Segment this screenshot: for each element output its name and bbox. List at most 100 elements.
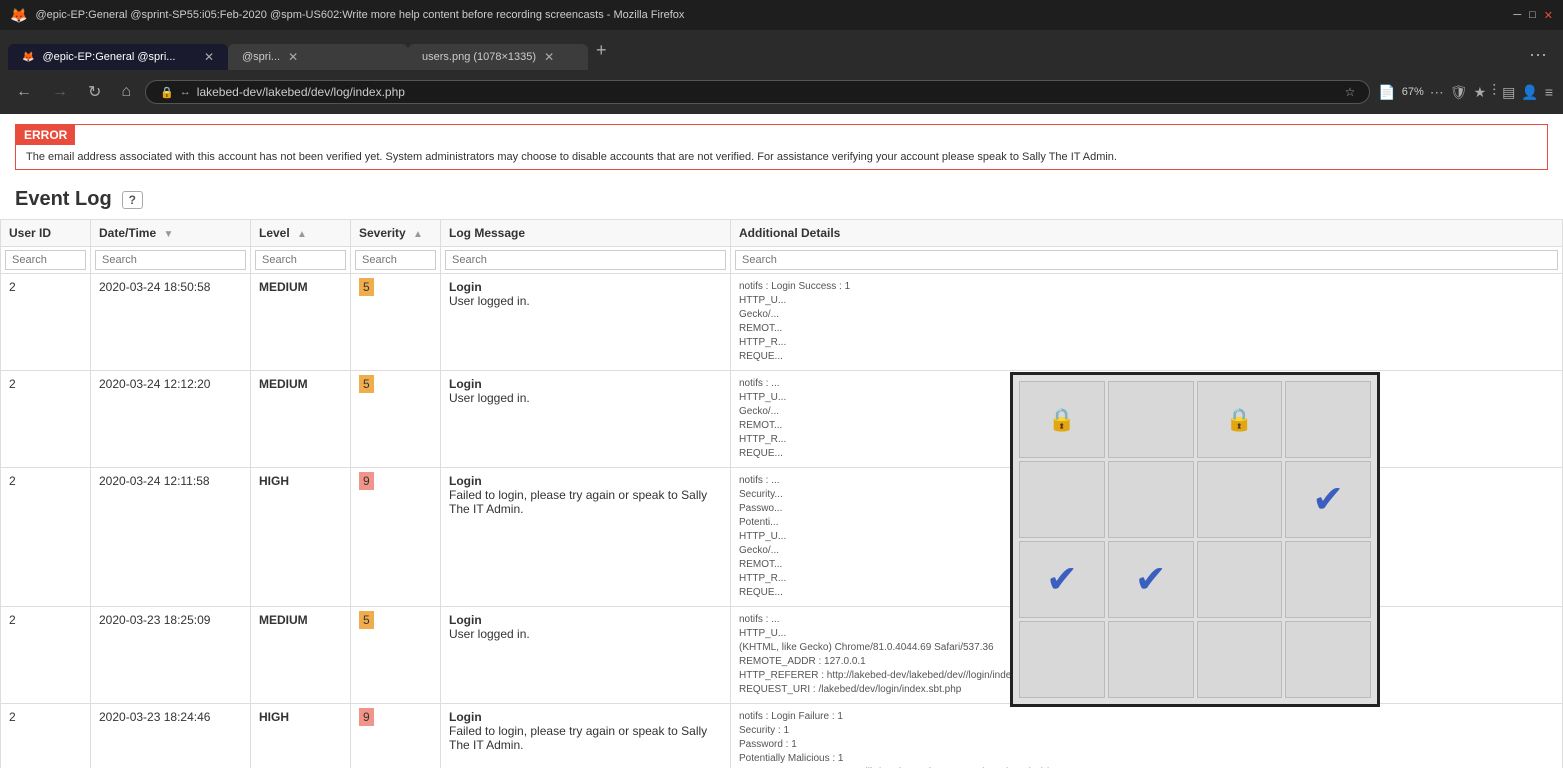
minimize-btn[interactable]: ─ <box>1513 9 1521 21</box>
title-text: @epic-EP:General @sprint-SP55:i05:Feb-20… <box>35 9 684 21</box>
cell-datetime: 2020-03-23 18:25:09 <box>91 607 251 704</box>
tab-1-close[interactable]: ✕ <box>288 50 298 64</box>
sidebar-icon[interactable]: ▤ <box>1502 84 1515 101</box>
zoom-level: 67% <box>1402 86 1424 98</box>
overlay-cell-r2c2 <box>1108 461 1194 538</box>
tab-bar: 🦊 @epic-EP:General @spri... ✕ @spri... ✕… <box>0 30 1563 70</box>
cell-level: MEDIUM <box>251 607 351 704</box>
overlay-cell-r3c1: ✔ <box>1019 541 1105 618</box>
title-bar: 🦊 @epic-EP:General @sprint-SP55:i05:Feb-… <box>0 0 1563 30</box>
shield-icon[interactable]: 🛡 <box>1450 84 1468 101</box>
cell-severity: 5 <box>351 371 441 468</box>
search-cell-additional <box>731 247 1563 274</box>
tab-2-close[interactable]: ✕ <box>544 50 554 64</box>
overlay-cell-r1c1: 🔒 <box>1019 381 1105 458</box>
search-row <box>1 247 1563 274</box>
cell-datetime: 2020-03-24 12:12:20 <box>91 371 251 468</box>
search-input-userid[interactable] <box>5 250 86 270</box>
cell-userid: 2 <box>1 704 91 768</box>
cell-additional: notifs : Login Failure : 1Security : 1Pa… <box>731 704 1563 768</box>
cell-logmsg: LoginFailed to login, please try again o… <box>441 704 731 768</box>
checkmark-icon-1: ✔ <box>1312 477 1344 522</box>
search-cell-userid <box>1 247 91 274</box>
cell-userid: 2 <box>1 607 91 704</box>
lock-icon: 🔒 <box>1048 407 1075 433</box>
tab-0-close[interactable]: ✕ <box>204 50 214 64</box>
cell-logmsg: LoginUser logged in. <box>441 371 731 468</box>
checkmark-icon-2: ✔ <box>1046 557 1078 602</box>
search-input-level[interactable] <box>255 250 346 270</box>
overlay-cell-r3c4 <box>1285 541 1371 618</box>
tab-2[interactable]: users.png (1078×1335) ✕ <box>408 44 588 70</box>
star-icon[interactable]: ★ <box>1474 84 1487 101</box>
reader-icon[interactable]: 📄 <box>1378 84 1395 101</box>
nav-icons: 📄 67% ⋯ 🛡 ★ ⫶ ▤ 👤 ≡ <box>1378 83 1553 101</box>
cell-additional: notifs : Login Success : 1HTTP_U...Gecko… <box>731 274 1563 371</box>
error-label: ERROR <box>16 125 75 145</box>
cell-level: MEDIUM <box>251 274 351 371</box>
cell-level: MEDIUM <box>251 371 351 468</box>
address-bar[interactable]: 🔒 ↔ lakebed-dev/lakebed/dev/log/index.ph… <box>145 80 1370 104</box>
tab-1[interactable]: @spri... ✕ <box>228 44 408 70</box>
reload-button[interactable]: ↻ <box>82 78 107 106</box>
lock-icon-2: 🔒 <box>1226 407 1253 433</box>
col-header-level: Level ▲ <box>251 220 351 247</box>
table-row: 2 2020-03-23 18:24:46 HIGH 9 LoginFailed… <box>1 704 1563 768</box>
cell-level: HIGH <box>251 468 351 607</box>
hamburger-menu[interactable]: ≡ <box>1545 84 1553 100</box>
search-input-logmsg[interactable] <box>445 250 726 270</box>
overlay-cell-r2c4: ✔ <box>1285 461 1371 538</box>
overlay-cell-r4c2 <box>1108 621 1194 698</box>
search-input-additional[interactable] <box>735 250 1558 270</box>
more-options[interactable]: ⋯ <box>1430 84 1444 101</box>
back-button[interactable]: ← <box>10 79 38 105</box>
help-button[interactable]: ? <box>122 191 143 209</box>
cell-userid: 2 <box>1 371 91 468</box>
search-cell-logmsg <box>441 247 731 274</box>
tab-0[interactable]: 🦊 @epic-EP:General @spri... ✕ <box>8 44 228 70</box>
overlay-cell-r4c3 <box>1197 621 1283 698</box>
col-header-severity: Severity ▲ <box>351 220 441 247</box>
error-banner: ERROR The email address associated with … <box>15 124 1548 170</box>
bookmark-icon[interactable]: ☆ <box>1345 85 1356 99</box>
overlay-cell-r4c4 <box>1285 621 1371 698</box>
home-button[interactable]: ⌂ <box>115 79 137 105</box>
search-input-datetime[interactable] <box>95 250 246 270</box>
page-title: Event Log <box>15 188 112 211</box>
cell-logmsg: LoginUser logged in. <box>441 607 731 704</box>
maximize-btn[interactable]: □ <box>1529 9 1536 21</box>
overlay-cell-r3c2: ✔ <box>1108 541 1194 618</box>
cell-level: HIGH <box>251 704 351 768</box>
browser-menu-btn[interactable]: ⋯ <box>1521 41 1555 70</box>
close-btn[interactable]: ✕ <box>1544 9 1553 22</box>
nav-bar: ← → ↻ ⌂ 🔒 ↔ lakebed-dev/lakebed/dev/log/… <box>0 70 1563 114</box>
cell-severity: 9 <box>351 468 441 607</box>
table-row: 2 2020-03-24 18:50:58 MEDIUM 5 LoginUser… <box>1 274 1563 371</box>
browser-window: 🦊 @epic-EP:General @sprint-SP55:i05:Feb-… <box>0 0 1563 768</box>
cell-datetime: 2020-03-23 18:24:46 <box>91 704 251 768</box>
overlay-cell-r1c4 <box>1285 381 1371 458</box>
sort-icon-level[interactable]: ▲ <box>297 229 307 240</box>
new-tab-button[interactable]: + <box>588 36 615 65</box>
cell-logmsg: LoginFailed to login, please try again o… <box>441 468 731 607</box>
overlay-cell-r2c3 <box>1197 461 1283 538</box>
search-input-severity[interactable] <box>355 250 436 270</box>
page-content: ERROR The email address associated with … <box>0 114 1563 768</box>
col-header-datetime: Date/Time ▼ <box>91 220 251 247</box>
search-cell-level <box>251 247 351 274</box>
cell-severity: 5 <box>351 274 441 371</box>
library-icon[interactable]: ⫶ <box>1492 83 1496 101</box>
cell-userid: 2 <box>1 468 91 607</box>
tab-1-label: @spri... <box>242 51 280 63</box>
forward-button[interactable]: → <box>46 79 74 105</box>
overlay-cell-r1c2 <box>1108 381 1194 458</box>
cell-severity: 9 <box>351 704 441 768</box>
overlay-cell-r1c3: 🔒 <box>1197 381 1283 458</box>
sort-icon-severity[interactable]: ▲ <box>413 229 423 240</box>
avatar-icon[interactable]: 👤 <box>1521 84 1538 101</box>
cell-datetime: 2020-03-24 18:50:58 <box>91 274 251 371</box>
cell-datetime: 2020-03-24 12:11:58 <box>91 468 251 607</box>
tab-0-label: @epic-EP:General @spri... <box>42 51 195 63</box>
search-cell-datetime <box>91 247 251 274</box>
sort-icon-datetime[interactable]: ▼ <box>163 229 173 240</box>
